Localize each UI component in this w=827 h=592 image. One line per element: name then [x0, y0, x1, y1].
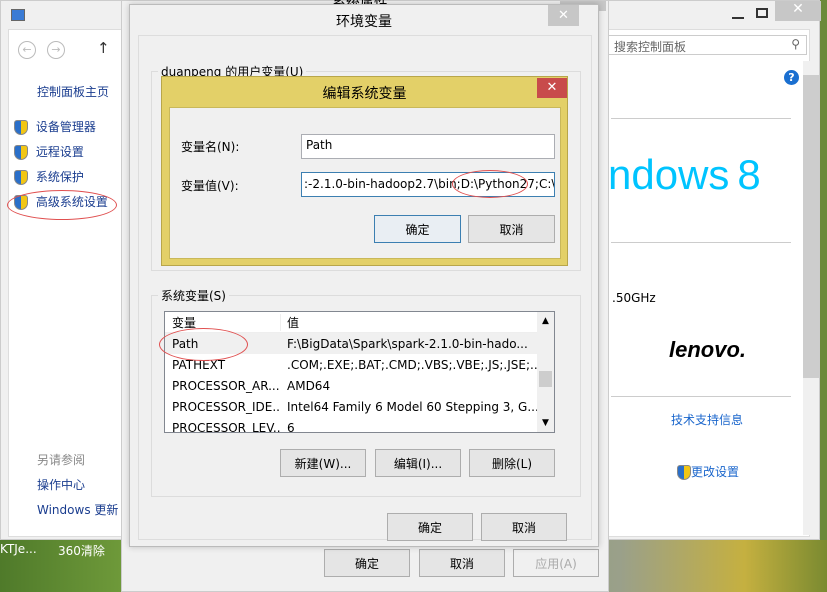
ok-button[interactable]: 确定	[374, 215, 461, 243]
cancel-button[interactable]: 取消	[468, 215, 555, 243]
cpu-text: .50GHz	[612, 291, 656, 305]
cancel-button[interactable]: 取消	[481, 513, 567, 541]
edit-button[interactable]: 编辑(I)...	[375, 449, 461, 477]
shield-icon	[14, 170, 28, 185]
shield-icon	[14, 145, 28, 160]
column-header-variable[interactable]: 变量	[165, 313, 281, 331]
back-button[interactable]: ←	[18, 41, 36, 59]
dialog-title: 编辑系统变量	[322, 86, 407, 102]
control-panel-home-link[interactable]: 控制面板主页	[37, 83, 109, 100]
forward-button[interactable]: →	[47, 41, 65, 59]
minimize-button[interactable]	[728, 9, 748, 23]
annotation-circle	[452, 170, 528, 198]
windows-logo: ndows 8	[608, 151, 761, 198]
desktop-icon-label[interactable]: KTJe...	[0, 542, 37, 556]
search-icon: ⚲	[791, 37, 800, 51]
apply-button[interactable]: 应用(A)	[513, 549, 599, 577]
nav-item[interactable]: 远程设置	[14, 143, 108, 168]
dialog-title: 环境变量	[336, 14, 392, 30]
lenovo-logo: lenovo.	[669, 337, 747, 362]
see-also-link[interactable]: 操作中心	[37, 476, 85, 493]
divider	[611, 118, 791, 119]
divider	[611, 242, 791, 243]
support-info-link[interactable]: 技术支持信息	[671, 411, 743, 428]
ok-button[interactable]: 确定	[387, 513, 473, 541]
column-header-value[interactable]: 值	[281, 314, 537, 331]
list-scrollbar[interactable]: ▲ ▼	[537, 312, 554, 432]
table-row[interactable]: PROCESSOR_IDE... Intel64 Family 6 Model 6…	[165, 396, 537, 417]
variable-name-label: 变量名(N):	[181, 140, 240, 154]
close-button[interactable]: ✕	[775, 1, 821, 21]
maximize-button[interactable]	[756, 8, 768, 18]
table-row[interactable]: PROCESSOR_AR... AMD64	[165, 375, 537, 396]
delete-button[interactable]: 删除(L)	[469, 449, 555, 477]
scrollbar[interactable]	[803, 61, 819, 535]
see-also-heading: 另请参阅	[37, 453, 86, 467]
edit-system-variable-dialog: 编辑系统变量 ✕ 变量名(N): Path 变量值(V): :-2.1.0-bi…	[161, 76, 568, 266]
see-also-link[interactable]: Windows 更新	[37, 501, 118, 518]
change-settings-link[interactable]: 更改设置	[677, 463, 739, 480]
variable-name-input[interactable]: Path	[301, 134, 555, 159]
close-button[interactable]: ✕	[548, 5, 579, 26]
scroll-thumb[interactable]	[539, 371, 552, 387]
divider	[611, 396, 791, 397]
shield-icon	[677, 465, 691, 480]
scroll-up-icon[interactable]: ▲	[537, 316, 554, 326]
dialog-body: 变量名(N): Path 变量值(V): :-2.1.0-bin-hadoop2…	[169, 107, 561, 259]
up-button[interactable]: ↑	[97, 39, 110, 57]
shield-icon	[14, 120, 28, 135]
variable-value-label: 变量值(V):	[181, 179, 239, 193]
new-button[interactable]: 新建(W)...	[280, 449, 366, 477]
cancel-button[interactable]: 取消	[419, 549, 505, 577]
close-button[interactable]: ✕	[537, 78, 567, 98]
search-input[interactable]: 搜索控制面板 ⚲	[599, 35, 807, 55]
help-icon[interactable]: ?	[784, 70, 799, 85]
computer-icon	[11, 9, 25, 21]
nav-item[interactable]: 设备管理器	[14, 118, 108, 143]
table-row[interactable]: PROCESSOR_LEV... 6	[165, 417, 537, 433]
annotation-circle	[159, 328, 248, 361]
ok-button[interactable]: 确定	[324, 549, 410, 577]
scroll-down-icon[interactable]: ▼	[537, 418, 554, 428]
desktop-icon-label[interactable]: 360清除	[58, 542, 105, 559]
annotation-circle	[7, 190, 117, 220]
